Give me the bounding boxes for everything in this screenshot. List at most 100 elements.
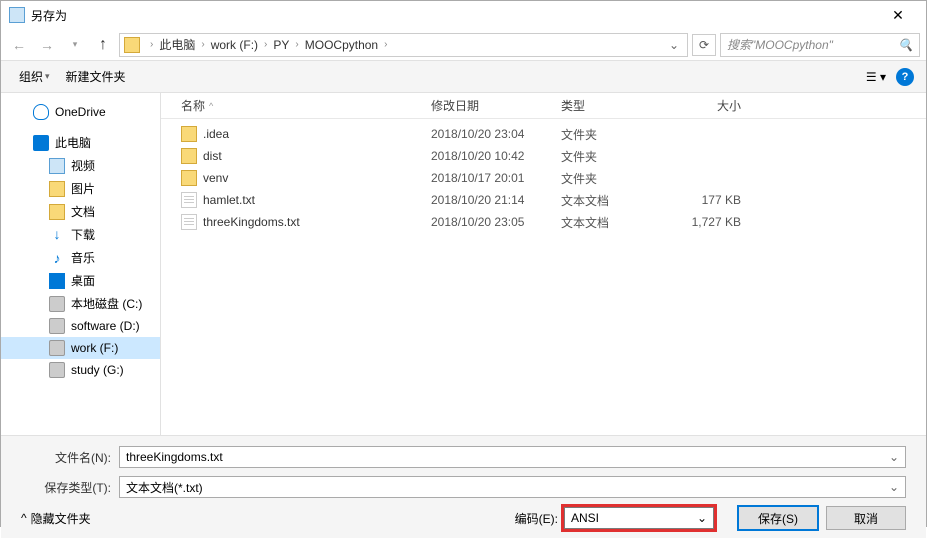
file-date: 2018/10/20 10:42	[431, 149, 561, 163]
search-placeholder: 搜索"MOOCpython"	[727, 36, 833, 53]
folder-icon	[49, 181, 65, 197]
close-button[interactable]: ✕	[878, 7, 918, 24]
sidebar-item[interactable]: 图片	[1, 177, 160, 200]
sidebar-item[interactable]: 本地磁盘 (C:)	[1, 292, 160, 315]
search-input[interactable]: 搜索"MOOCpython" 🔍	[720, 33, 920, 57]
file-size: 1,727 KB	[661, 215, 761, 229]
chevron-right-icon: ›	[295, 39, 298, 50]
sidebar-item-label: OneDrive	[55, 105, 106, 119]
sidebar-item-label: 此电脑	[55, 134, 91, 151]
breadcrumb-item[interactable]: PY	[273, 38, 289, 52]
sidebar-item[interactable]: 桌面	[1, 269, 160, 292]
file-name: dist	[203, 149, 431, 163]
hide-folders-toggle[interactable]: ^ 隐藏文件夹	[21, 510, 91, 527]
chevron-right-icon: ›	[201, 39, 204, 50]
file-row[interactable]: .idea2018/10/20 23:04文件夹	[181, 123, 926, 145]
file-type: 文件夹	[561, 126, 661, 143]
file-type: 文本文档	[561, 192, 661, 209]
file-name: threeKingdoms.txt	[203, 215, 431, 229]
sidebar-item[interactable]: ♪ 音乐	[1, 246, 160, 269]
chevron-right-icon: ›	[384, 39, 387, 50]
file-type: 文本文档	[561, 214, 661, 231]
desktop-icon	[49, 273, 65, 289]
view-mode-button[interactable]: ☰ ▾	[860, 68, 892, 86]
cancel-button[interactable]: 取消	[826, 506, 906, 530]
file-row[interactable]: dist2018/10/20 10:42文件夹	[181, 145, 926, 167]
column-name[interactable]: 名称^	[181, 97, 431, 114]
window-title: 另存为	[31, 7, 878, 24]
file-name: .idea	[203, 127, 431, 141]
chevron-down-icon: ⌄	[889, 450, 899, 464]
music-icon: ♪	[49, 250, 65, 266]
video-icon	[49, 158, 65, 174]
chevron-down-icon: ▾	[45, 71, 50, 82]
pc-icon	[33, 135, 49, 151]
sidebar-item-label: 本地磁盘 (C:)	[71, 295, 142, 312]
breadcrumb-item[interactable]: 此电脑	[159, 36, 195, 53]
file-date: 2018/10/17 20:01	[431, 171, 561, 185]
breadcrumb[interactable]: › 此电脑 › work (F:) › PY › MOOCpython › ⌄	[119, 33, 688, 57]
file-row[interactable]: venv2018/10/17 20:01文件夹	[181, 167, 926, 189]
file-row[interactable]: hamlet.txt2018/10/20 21:14文本文档177 KB	[181, 189, 926, 211]
sidebar-item-label: 文档	[71, 203, 95, 220]
disk-icon	[49, 362, 65, 378]
sidebar: OneDrive 此电脑视频图片文档 ↓下载 ♪ 音乐桌面本地磁盘 (C:) softwa…	[1, 93, 161, 435]
file-date: 2018/10/20 21:14	[431, 193, 561, 207]
column-date[interactable]: 修改日期	[431, 97, 561, 114]
breadcrumb-item[interactable]: work (F:)	[211, 38, 258, 52]
chevron-right-icon: ›	[150, 39, 153, 50]
folder-icon	[181, 126, 197, 142]
sidebar-item[interactable]: 文档	[1, 200, 160, 223]
sidebar-item[interactable]: work (F:)	[1, 337, 160, 359]
filetype-select[interactable]: 文本文档(*.txt) ⌄	[119, 476, 906, 498]
breadcrumb-folder-icon	[124, 37, 140, 53]
recent-dropdown[interactable]: ▾	[63, 33, 87, 57]
organize-button[interactable]: 组织 ▾	[13, 66, 56, 87]
sidebar-item-label: 桌面	[71, 272, 95, 289]
column-size[interactable]: 大小	[661, 97, 761, 114]
save-button[interactable]: 保存(S)	[738, 506, 818, 530]
filetype-label: 保存类型(T):	[21, 479, 111, 496]
encoding-label: 编码(E):	[515, 510, 558, 527]
save-panel: 文件名(N): threeKingdoms.txt ⌄ 保存类型(T): 文本文…	[1, 435, 926, 538]
filename-input[interactable]: threeKingdoms.txt ⌄	[119, 446, 906, 468]
app-icon	[9, 7, 25, 23]
sidebar-item[interactable]: 视频	[1, 154, 160, 177]
forward-button[interactable]: →	[35, 33, 59, 57]
sidebar-item[interactable]: software (D:)	[1, 315, 160, 337]
sidebar-item[interactable]: OneDrive	[1, 101, 160, 123]
encoding-select[interactable]: ANSI ⌄	[564, 507, 714, 529]
back-button[interactable]: ←	[7, 33, 31, 57]
sidebar-item-label: 音乐	[71, 249, 95, 266]
file-size: 177 KB	[661, 193, 761, 207]
file-name: venv	[203, 171, 431, 185]
up-button[interactable]: ↑	[91, 33, 115, 57]
file-date: 2018/10/20 23:05	[431, 215, 561, 229]
file-type: 文件夹	[561, 170, 661, 187]
folder-icon	[181, 148, 197, 164]
sidebar-item[interactable]: study (G:)	[1, 359, 160, 381]
sidebar-item-label: study (G:)	[71, 363, 124, 377]
new-folder-button[interactable]: 新建文件夹	[60, 66, 132, 87]
navigation-bar: ← → ▾ ↑ › 此电脑 › work (F:) › PY › MOOCpyt…	[1, 29, 926, 61]
column-type[interactable]: 类型	[561, 97, 661, 114]
chevron-down-icon: ⌄	[697, 511, 707, 525]
sidebar-item-label: work (F:)	[71, 341, 118, 355]
disk-icon	[49, 340, 65, 356]
chevron-right-icon: ›	[264, 39, 267, 50]
toolbar: 组织 ▾ 新建文件夹 ☰ ▾ ?	[1, 61, 926, 93]
sidebar-item[interactable]: 此电脑	[1, 131, 160, 154]
sidebar-item-label: 视频	[71, 157, 95, 174]
file-row[interactable]: threeKingdoms.txt2018/10/20 23:05文本文档1,7…	[181, 211, 926, 233]
breadcrumb-item[interactable]: MOOCpython	[305, 38, 378, 52]
folder-icon	[181, 170, 197, 186]
chevron-up-icon: ^	[21, 511, 27, 525]
help-button[interactable]: ?	[896, 68, 914, 86]
sidebar-item[interactable]: ↓下载	[1, 223, 160, 246]
titlebar: 另存为 ✕	[1, 1, 926, 29]
disk-icon	[49, 318, 65, 334]
folder-icon	[49, 204, 65, 220]
refresh-button[interactable]: ⟳	[692, 34, 716, 56]
cloud-icon	[33, 104, 49, 120]
breadcrumb-dropdown[interactable]: ⌄	[665, 38, 683, 52]
